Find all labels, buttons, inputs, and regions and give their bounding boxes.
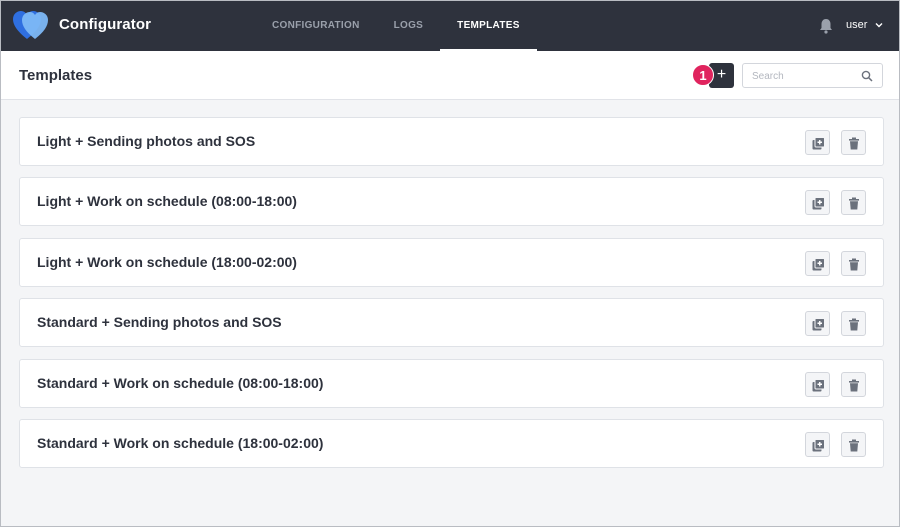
user-menu[interactable]: user — [846, 19, 883, 31]
page-title: Templates — [19, 67, 93, 84]
bell-icon[interactable] — [819, 18, 833, 34]
list-item[interactable]: Standard + Work on schedule (08:00-18:00… — [19, 358, 884, 408]
page-header: Templates + 1 — [1, 51, 899, 100]
heart-logo-icon — [13, 11, 48, 39]
list-item[interactable]: Standard + Work on schedule (18:00-02:00… — [19, 418, 884, 468]
list-item[interactable]: Light + Work on schedule (18:00-02:00) — [19, 237, 884, 287]
delete-button[interactable] — [841, 190, 866, 216]
top-bar: Configurator CONFIGURATION LOGS TEMPLATE… — [1, 1, 899, 51]
copy-button[interactable] — [805, 190, 830, 216]
copy-icon — [812, 318, 825, 331]
copy-button[interactable] — [805, 371, 830, 397]
copy-button[interactable] — [805, 250, 830, 276]
trash-icon — [849, 318, 859, 331]
list-item[interactable]: Light + Sending photos and SOS — [19, 117, 884, 166]
copy-icon — [812, 378, 825, 392]
copy-button[interactable] — [805, 130, 830, 155]
tab-logs[interactable]: LOGS — [377, 1, 441, 51]
main-nav: CONFIGURATION LOGS TEMPLATES — [255, 1, 537, 51]
copy-button[interactable] — [805, 431, 830, 457]
trash-icon — [849, 197, 859, 210]
search-box[interactable] — [742, 63, 883, 88]
tab-configuration[interactable]: CONFIGURATION — [255, 1, 377, 51]
tab-templates[interactable]: TEMPLATES — [440, 1, 537, 51]
template-name: Light + Work on schedule (18:00-02:00) — [37, 253, 297, 270]
list-item[interactable]: Light + Work on schedule (08:00-18:00) — [19, 177, 884, 227]
template-list: Light + Sending photos and SOS Light + W… — [19, 117, 884, 479]
delete-button[interactable] — [841, 431, 866, 457]
list-item[interactable]: Standard + Sending photos and SOS — [19, 298, 884, 348]
trash-icon — [849, 137, 859, 150]
delete-button[interactable] — [841, 311, 866, 337]
user-name: user — [846, 19, 868, 31]
template-name: Standard + Work on schedule (08:00-18:00… — [37, 374, 324, 391]
template-name: Standard + Sending photos and SOS — [37, 314, 282, 331]
delete-button[interactable] — [841, 250, 866, 276]
trash-icon — [849, 439, 859, 452]
chevron-down-icon — [875, 23, 883, 28]
search-icon[interactable] — [861, 70, 873, 82]
template-name: Standard + Work on schedule (18:00-02:00… — [37, 434, 324, 451]
copy-icon — [812, 137, 825, 150]
copy-button[interactable] — [805, 311, 830, 337]
template-name: Light + Sending photos and SOS — [37, 133, 256, 149]
copy-icon — [812, 257, 825, 271]
template-name: Light + Work on schedule (08:00-18:00) — [37, 193, 297, 210]
delete-button[interactable] — [841, 130, 866, 155]
copy-icon — [812, 197, 825, 210]
app-window: Configurator CONFIGURATION LOGS TEMPLATE… — [0, 0, 900, 527]
app-title: Configurator — [59, 16, 152, 33]
delete-button[interactable] — [841, 371, 866, 397]
trash-icon — [849, 379, 859, 392]
copy-icon — [812, 438, 825, 452]
search-input[interactable] — [752, 69, 852, 83]
trash-icon — [849, 258, 859, 271]
callout-badge: 1 — [692, 64, 714, 86]
